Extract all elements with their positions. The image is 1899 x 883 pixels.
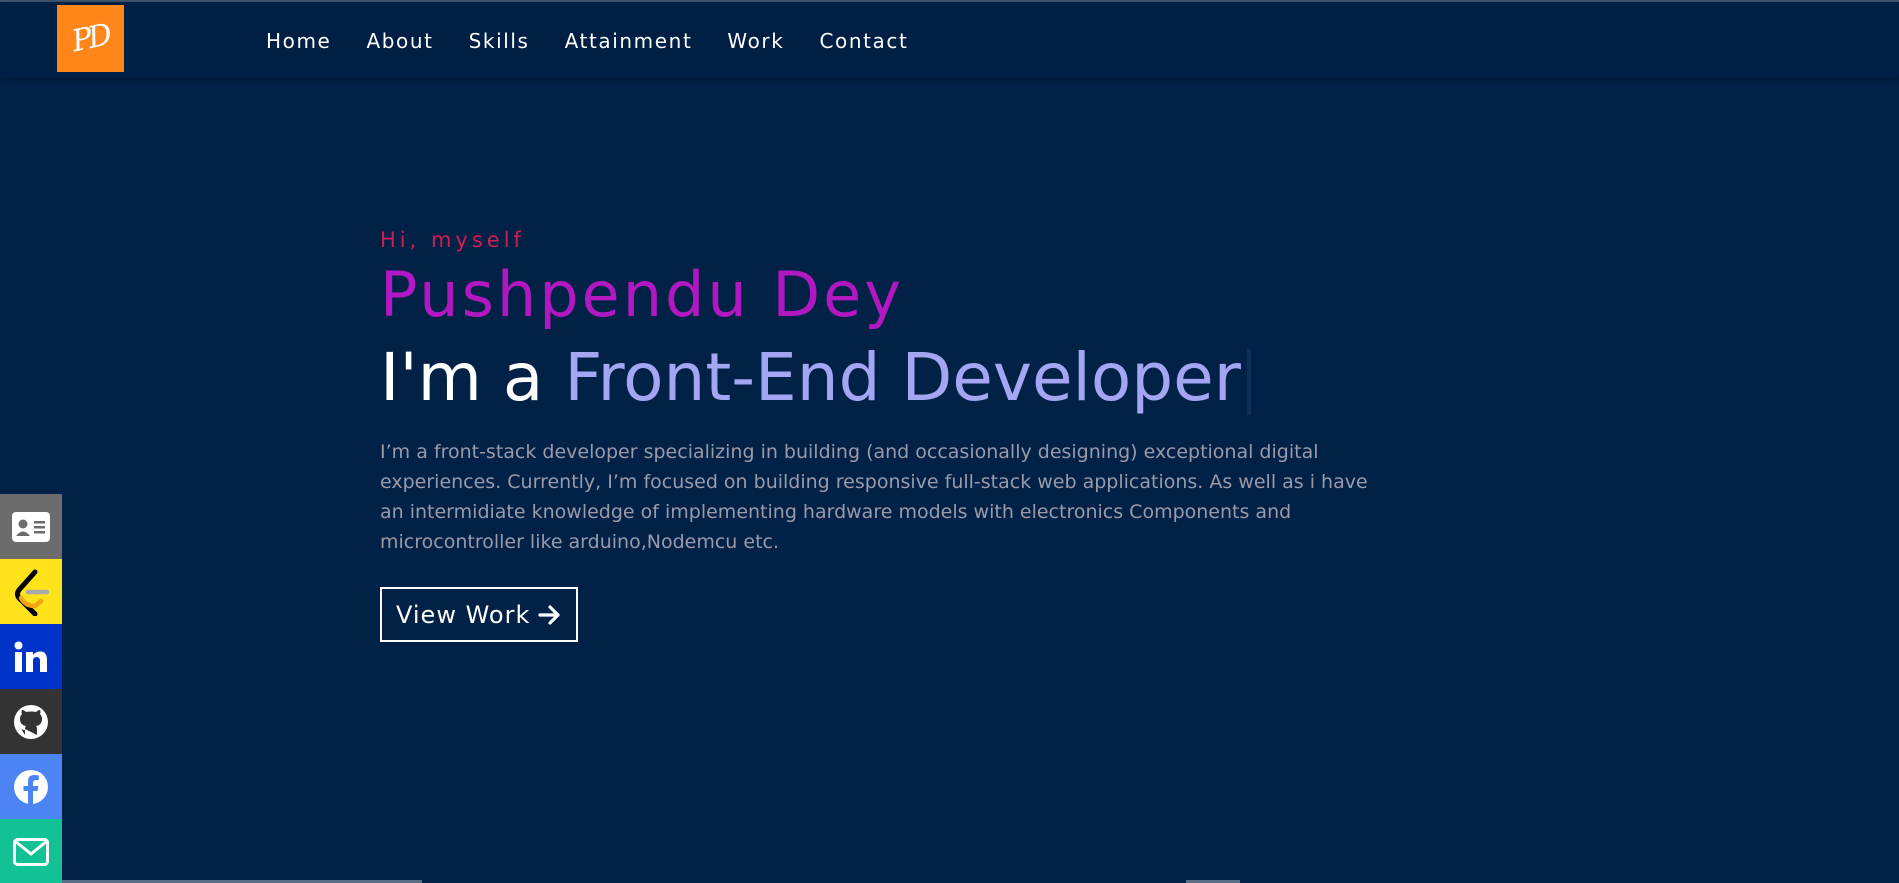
nav-link-attainment[interactable]: Attainment [565,29,693,53]
nav-link-work[interactable]: Work [727,29,784,53]
nav-link-about[interactable]: About [366,29,433,53]
social-facebook[interactable] [0,754,62,819]
social-sidebar [0,494,62,883]
leetcode-icon [15,569,50,616]
view-work-label: View Work [396,600,531,629]
arrow-right-icon [538,604,560,625]
hero-role: I'm a Front-End Developer [380,334,1480,422]
mail-icon [13,837,49,866]
logo-text: PD [69,17,112,60]
role-typed-text: Front-End Developer [564,339,1241,416]
linkedin-icon [14,641,47,672]
typing-caret [1246,348,1251,415]
social-contact-card[interactable] [0,494,62,559]
social-mail[interactable] [0,819,62,883]
social-leetcode[interactable] [0,559,62,624]
social-linkedin[interactable] [0,624,62,689]
page: PD Home About Skills Attainment Work Con… [0,0,1899,883]
navbar: PD Home About Skills Attainment Work Con… [0,2,1899,78]
hero-section: Hi, myself Pushpendu Dey I'm a Front-End… [380,224,1480,642]
logo[interactable]: PD [57,5,124,72]
nav-link-skills[interactable]: Skills [469,29,530,53]
nav-link-contact[interactable]: Contact [819,29,908,53]
facebook-icon [14,769,48,804]
contact-card-icon [12,511,50,542]
role-prefix: I'm a [380,339,544,416]
hero-greeting: Hi, myself [380,228,525,252]
hero-name: Pushpendu Dey [380,258,904,331]
social-github[interactable] [0,689,62,754]
nav-link-home[interactable]: Home [266,29,331,53]
github-icon [14,704,48,739]
nav-links: Home About Skills Attainment Work Contac… [266,2,943,80]
hero-bio: I’m a front-stack developer specializing… [380,441,1368,553]
view-work-button[interactable]: View Work [380,587,579,642]
